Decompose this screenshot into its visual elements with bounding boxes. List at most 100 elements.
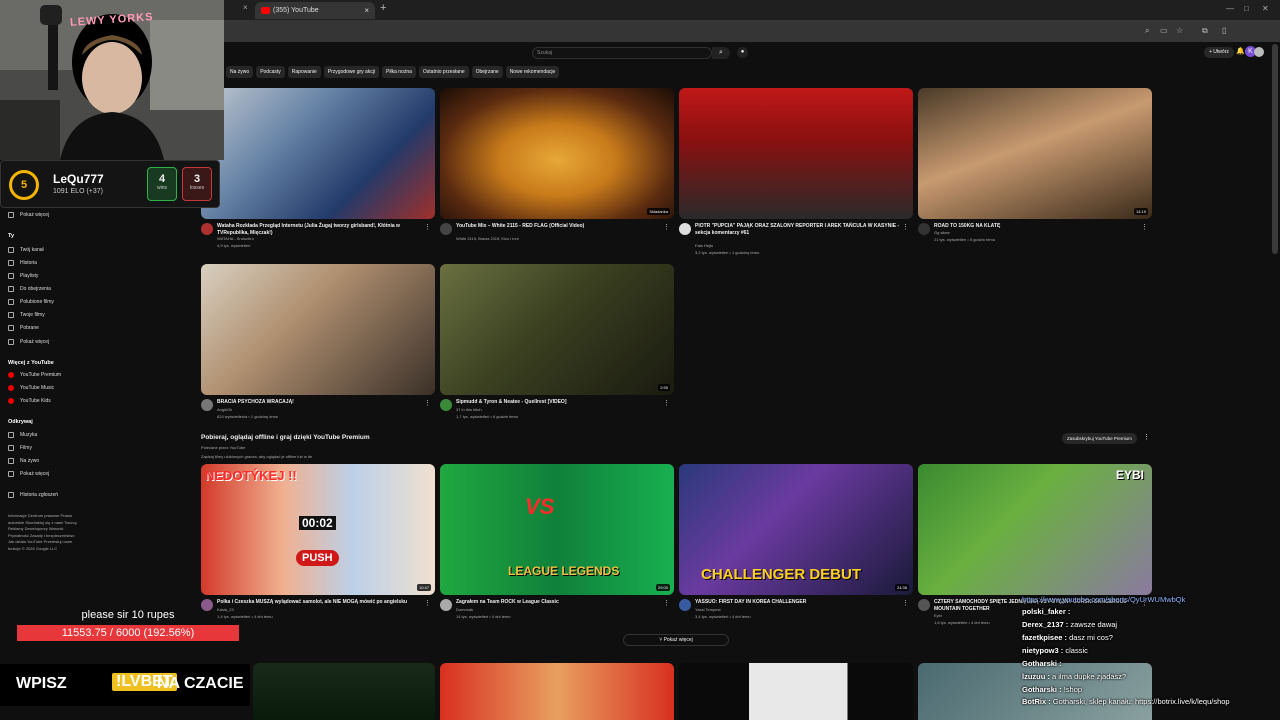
sidebar-item-downloads[interactable]: Pobrane (8, 323, 39, 333)
more-options-icon[interactable]: ⋮ (1141, 223, 1148, 231)
video-thumbnail[interactable] (679, 663, 913, 720)
video-thumbnail[interactable] (440, 663, 674, 720)
chip-podcasts[interactable]: Podcasty (256, 66, 285, 78)
zoom-icon[interactable]: ⌕ (1145, 26, 1149, 36)
channel-avatar[interactable] (918, 223, 930, 235)
sidebar-show-more[interactable]: Pokaż więcej (8, 210, 49, 220)
notification-bell-icon[interactable]: 🔔 (1236, 47, 1245, 55)
video-thumbnail[interactable] (201, 88, 435, 219)
video-card[interactable]: 2:55 Sipmudd & Tyron & Neatee - Quellres… (440, 264, 674, 424)
more-options-icon[interactable]: ⋮ (663, 223, 670, 231)
sidebar-item-channel[interactable]: Twój kanał (8, 245, 44, 255)
video-title[interactable]: PIOTR "PUPCIA" PAJĄK ORAZ SZALONY REPORT… (695, 223, 900, 236)
video-thumbnail[interactable] (253, 663, 435, 720)
channel-name[interactable]: Domnnak (456, 607, 473, 612)
mic-icon[interactable]: ● (737, 47, 748, 58)
create-button[interactable]: + Utwórz (1204, 47, 1234, 58)
sidepanel-icon[interactable]: ▯ (1222, 26, 1226, 35)
video-card[interactable]: BRACIA PSYCHOZA WRACAJĄ! AngikOk 624 wyś… (201, 264, 435, 424)
avatar[interactable] (1254, 47, 1264, 57)
video-title[interactable]: YASSUO: FIRST DAY IN KOREA CHALLENGER (695, 599, 900, 606)
video-title[interactable]: Zagrałem na Team ROCK w League Classic (456, 599, 661, 606)
minimize-icon[interactable]: — (1226, 4, 1234, 13)
cast-icon[interactable]: ▭ (1160, 26, 1168, 35)
sidebar-item-playlists[interactable]: Playlisty (8, 271, 38, 281)
show-more-button[interactable]: ˅ Pokaż więcej (623, 634, 729, 646)
video-title[interactable]: Polka i Czeszka MUSZĄ wylądować samolot,… (217, 599, 422, 606)
channel-avatar[interactable] (679, 223, 691, 235)
chip-live[interactable]: Na żywo (226, 66, 254, 78)
channel-avatar[interactable] (440, 599, 452, 611)
video-title[interactable]: Wataha Rozkłada Przegląd Internetu (Juli… (217, 223, 422, 236)
video-thumbnail[interactable]: Składanka (440, 88, 674, 219)
subscribe-premium-button[interactable]: Zasubskrybuj YouTube Premium (1062, 433, 1137, 444)
chip-rap[interactable]: Rapowanie (287, 66, 321, 78)
video-thumbnail[interactable] (679, 88, 913, 219)
chip-watched[interactable]: Obejrzane (471, 66, 503, 78)
video-thumbnail[interactable]: VS LEAGUE LEGENDS 29:00 (440, 464, 674, 595)
maximize-icon[interactable]: □ (1244, 4, 1249, 13)
video-card[interactable]: 14:19 ROAD TO 150KG NA KLATĘ Gg sikee 21… (918, 88, 1152, 253)
channel-name[interactable]: 37 in this bitch (456, 407, 482, 412)
video-card[interactable]: CHALLENGER DEBUT 24:38 YASSUO: FIRST DAY… (679, 464, 913, 629)
video-thumbnail[interactable]: CHALLENGER DEBUT 24:38 (679, 464, 913, 595)
more-options-icon[interactable]: ⋮ (424, 223, 431, 231)
video-thumbnail[interactable]: 2:55 (440, 264, 674, 395)
video-thumbnail[interactable] (201, 264, 435, 395)
more-options-icon[interactable]: ⋮ (663, 599, 670, 607)
sidebar-heading-you[interactable]: Ty (8, 233, 14, 239)
channel-name[interactable]: AngikOk (217, 407, 232, 412)
video-card[interactable]: PIOTR "PUPCIA" PAJĄK ORAZ SZALONY REPORT… (679, 88, 913, 255)
channel-name[interactable]: Fala Hejtu (695, 243, 713, 248)
new-tab-button[interactable]: + (380, 2, 386, 14)
sidebar-item-history[interactable]: Historia (8, 258, 37, 268)
channel-avatar[interactable] (679, 599, 691, 611)
channel-name[interactable]: Eybi (934, 613, 942, 618)
more-options-icon[interactable]: ⋮ (902, 223, 909, 231)
video-thumbnail[interactable]: NEDOTÝKEJ !! 00:02 PUSH 10:47 (201, 464, 435, 595)
more-options-icon[interactable]: ⋮ (663, 399, 670, 407)
video-title[interactable]: BRACIA PSYCHOZA WRACAJĄ! (217, 399, 422, 406)
channel-avatar[interactable] (440, 223, 452, 235)
more-options-icon[interactable]: ⋮ (1143, 433, 1150, 441)
close-tab-icon[interactable]: × (243, 3, 248, 12)
video-title[interactable]: ROAD TO 150KG NA KLATĘ (934, 223, 1139, 230)
channel-name[interactable]: White 2115, Bracia 2115, Kizo i inni (456, 236, 519, 241)
video-title[interactable]: Sipmudd & Tyron & Neatee - Quellrest [VI… (456, 399, 661, 406)
sidebar-item-report-history[interactable]: Historia zgłoszeń (8, 490, 58, 500)
sidebar-item-your-videos[interactable]: Twoje filmy (8, 310, 45, 320)
search-icon[interactable]: ⌕ (712, 47, 730, 59)
channel-avatar[interactable] (918, 599, 930, 611)
channel-name[interactable]: Yassi Tempest (695, 607, 721, 612)
video-card[interactable]: NEDOTÝKEJ !! 00:02 PUSH 10:47 Polka i Cz… (201, 464, 435, 629)
window-close-icon[interactable]: ✕ (1262, 4, 1269, 13)
search-input[interactable]: Szukaj (532, 47, 712, 59)
bookmark-star-icon[interactable]: ☆ (1176, 26, 1183, 35)
channel-name[interactable]: WATAHA - Kruluzbro (217, 236, 254, 241)
chip-new-recommendations[interactable]: Nowe rekomendacje (505, 66, 560, 78)
close-icon[interactable]: × (364, 2, 369, 19)
video-card[interactable]: Wataha Rozkłada Przegląd Internetu (Juli… (201, 88, 435, 253)
sidebar-item-watch-later[interactable]: Do obejrzenia (8, 284, 51, 294)
sidebar-item-music-explore[interactable]: Muzyka (8, 430, 37, 440)
video-title[interactable]: YouTube Mix – White 2115 - RED FLAG (Off… (456, 223, 661, 230)
sidebar-item-premium[interactable]: YouTube Premium (8, 370, 61, 380)
chip-football[interactable]: Piłka nożna (382, 66, 416, 78)
channel-name[interactable]: Gg sikee (934, 230, 950, 235)
video-thumbnail[interactable]: 14:19 (918, 88, 1152, 219)
video-card[interactable]: VS LEAGUE LEGENDS 29:00 Zagrałem na Team… (440, 464, 674, 629)
extensions-icon[interactable]: ⧉ (1202, 26, 1208, 36)
channel-avatar[interactable] (201, 223, 213, 235)
chip-action-adventure[interactable]: Przygodowe gry akcji (323, 66, 380, 78)
scrollbar[interactable] (1272, 44, 1278, 254)
sidebar-item-live[interactable]: Na żywo (8, 456, 39, 466)
sidebar-item-movies[interactable]: Filmy (8, 443, 32, 453)
more-options-icon[interactable]: ⋮ (424, 399, 431, 407)
tab-youtube[interactable]: (355) YouTube × (255, 2, 375, 19)
channel-avatar[interactable] (201, 399, 213, 411)
sidebar-item-liked[interactable]: Polubione filmy (8, 297, 54, 307)
sidebar-footer[interactable]: Informacje Centrum prasowe Prawa autorsk… (8, 513, 78, 552)
sidebar-show-more-explore[interactable]: Pokaż więcej (8, 469, 49, 479)
more-options-icon[interactable]: ⋮ (902, 599, 909, 607)
channel-avatar[interactable] (440, 399, 452, 411)
